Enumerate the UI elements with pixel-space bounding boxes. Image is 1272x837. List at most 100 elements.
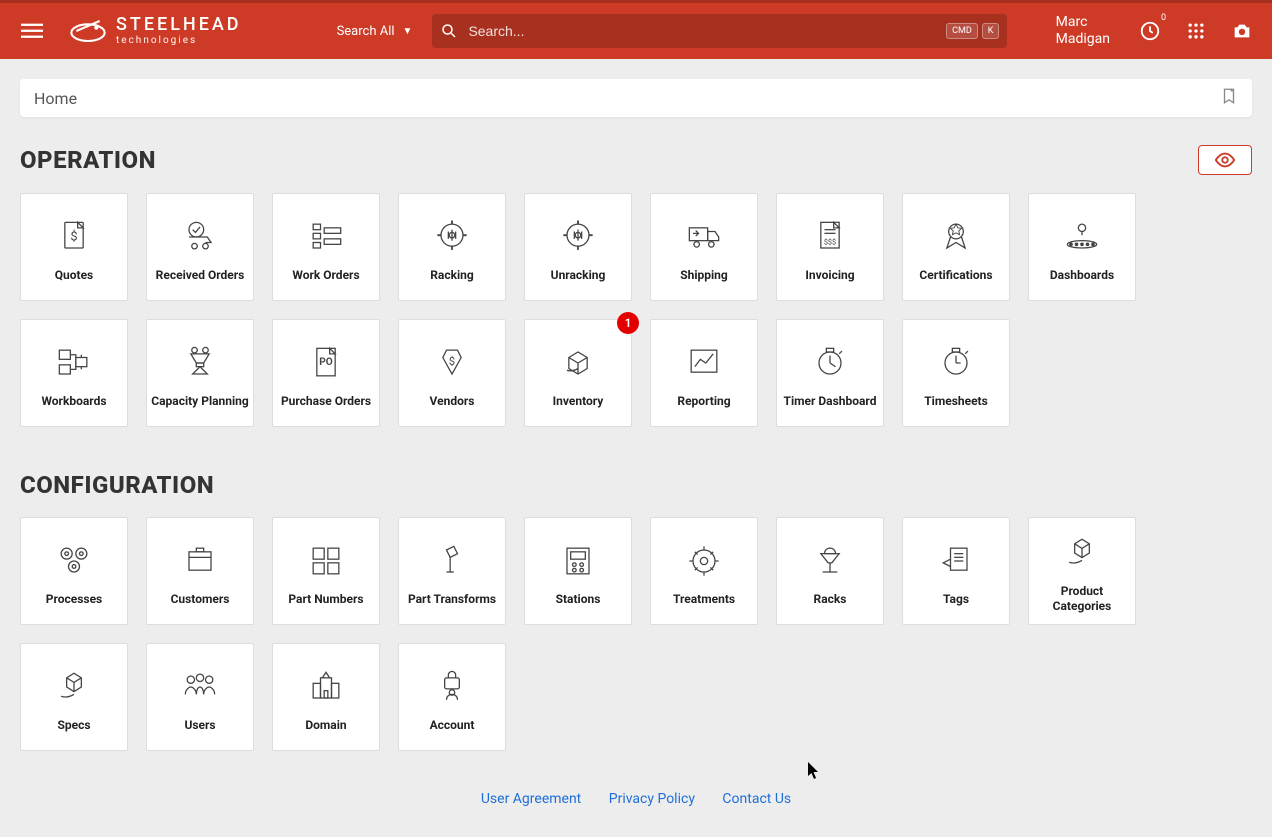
visibility-toggle-button[interactable] [1198,145,1252,175]
quote-icon [25,212,123,262]
account-icon [403,662,501,712]
brand-sub: technologies [116,36,242,46]
processes-icon [25,536,123,586]
racking-icon [403,212,501,262]
hamburger-menu-icon[interactable] [18,17,46,45]
search-scope-label: Search All [337,24,395,39]
chevron-down-icon: ▼ [403,26,413,37]
tile-product-categories[interactable]: Product Categories [1028,517,1136,625]
configuration-title: CONFIGURATION [20,471,214,499]
tile-part-transforms[interactable]: Part Transforms [398,517,506,625]
tile-certifications[interactable]: Certifications [902,193,1010,301]
tile-customers[interactable]: Customers [146,517,254,625]
tile-label: Part Transforms [408,592,496,607]
tile-purchase-orders[interactable]: Purchase Orders [272,319,380,427]
timerdash-icon [781,338,879,388]
bookmark-icon[interactable] [1220,87,1238,109]
po-icon [277,338,375,388]
tile-label: Racks [814,592,847,607]
tile-label: Certifications [919,268,992,283]
tile-timesheets[interactable]: Timesheets [902,319,1010,427]
categories-icon [1033,528,1131,578]
capacity-icon [151,338,249,388]
treatments-icon [655,536,753,586]
logo-icon [68,11,108,51]
tile-unracking[interactable]: Unracking [524,193,632,301]
apps-grid-icon[interactable] [1184,19,1208,43]
tile-invoicing[interactable]: Invoicing [776,193,884,301]
tile-processes[interactable]: Processes [20,517,128,625]
tile-domain[interactable]: Domain [272,643,380,751]
tile-specs[interactable]: Specs [20,643,128,751]
brand-logo[interactable]: STEELHEAD technologies [68,11,242,51]
tile-racks[interactable]: Racks [776,517,884,625]
operation-title: OPERATION [20,146,156,174]
tile-reporting[interactable]: Reporting [650,319,758,427]
tile-label: Users [184,718,215,733]
tile-label: Customers [171,592,230,607]
search-box[interactable]: CMD K [432,14,1007,48]
tile-label: Work Orders [292,268,359,283]
tile-label: Racking [430,268,474,283]
vendors-icon [403,338,501,388]
footer-links: User Agreement Privacy Policy Contact Us [20,791,1252,807]
tile-label: Part Numbers [288,592,363,607]
configuration-grid: Processes Customers Part Numbers Part Trans… [20,517,1252,751]
tile-label: Treatments [673,592,735,607]
main-content: Home OPERATION QuotesReceived OrdersWork… [0,59,1272,837]
inventory-icon [529,338,627,388]
kbd-k: K [982,23,1000,39]
tile-workboards[interactable]: Workboards [20,319,128,427]
tile-label: Tags [943,592,969,607]
camera-icon[interactable] [1230,19,1254,43]
tile-dashboards[interactable]: Dashboards [1028,193,1136,301]
parts-icon [277,536,375,586]
search-input[interactable] [468,23,946,39]
user-agreement-link[interactable]: User Agreement [481,791,581,807]
tile-racking[interactable]: Racking [398,193,506,301]
brand-name: STEELHEAD [116,16,242,34]
tile-vendors[interactable]: Vendors [398,319,506,427]
notification-badge: 1 [617,312,639,334]
racks-icon [781,536,879,586]
tile-inventory[interactable]: 1Inventory [524,319,632,427]
search-icon [440,22,458,40]
search-scope-dropdown[interactable]: Search All ▼ [337,24,413,39]
workboards-icon [25,338,123,388]
tile-account[interactable]: Account [398,643,506,751]
reporting-icon [655,338,753,388]
privacy-policy-link[interactable]: Privacy Policy [609,791,695,807]
tile-label: Stations [556,592,601,607]
tile-label: Unracking [551,268,606,283]
timesheets-icon [907,338,1005,388]
tile-label: Domain [305,718,346,733]
tile-stations[interactable]: Stations [524,517,632,625]
tile-received-orders[interactable]: Received Orders [146,193,254,301]
configuration-section-head: CONFIGURATION [20,471,1252,499]
tile-users[interactable]: Users [146,643,254,751]
tile-tags[interactable]: Tags [902,517,1010,625]
tile-label: Shipping [680,268,728,283]
domain-icon [277,662,375,712]
specs-icon [25,662,123,712]
tile-treatments[interactable]: Treatments [650,517,758,625]
tile-timer-dashboard[interactable]: Timer Dashboard [776,319,884,427]
kbd-cmd: CMD [946,23,978,39]
tile-quotes[interactable]: Quotes [20,193,128,301]
tile-work-orders[interactable]: Work Orders [272,193,380,301]
operation-grid: QuotesReceived Orders Work Orders Racking U… [20,193,1252,427]
tile-label: Vendors [430,394,475,409]
customers-icon [151,536,249,586]
operation-section-head: OPERATION [20,145,1252,175]
contact-us-link[interactable]: Contact Us [722,791,791,807]
tile-capacity-planning[interactable]: Capacity Planning [146,319,254,427]
user-name[interactable]: Marc Madigan [1056,14,1110,48]
topbar: STEELHEAD technologies Search All ▼ CMD … [0,0,1272,59]
tile-label: Invoicing [805,268,854,283]
eye-icon [1214,149,1236,171]
tile-shipping[interactable]: Shipping [650,193,758,301]
clock-icon[interactable]: 0 [1138,19,1162,43]
tile-label: Account [430,718,475,733]
tile-part-numbers[interactable]: Part Numbers [272,517,380,625]
tile-label: Processes [46,592,102,607]
